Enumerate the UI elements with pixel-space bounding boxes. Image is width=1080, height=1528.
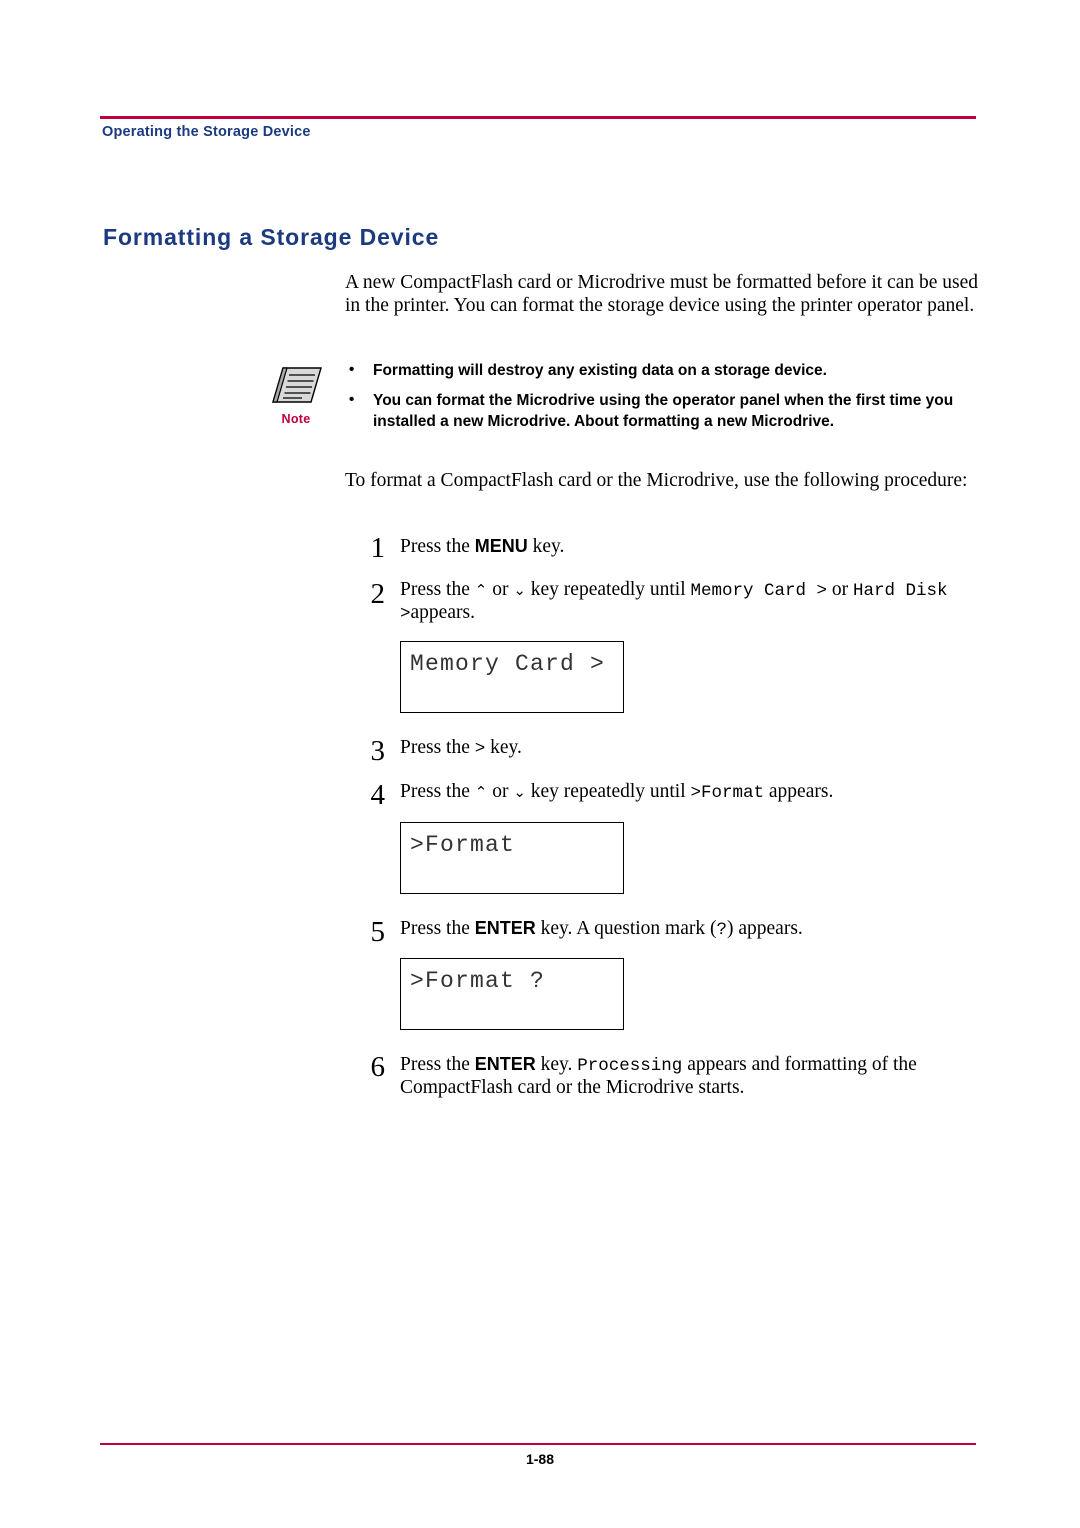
step-text-4: Press the ⌃ or ⌄ key repeatedly until >F… — [400, 781, 1000, 804]
procedure-lead-in: To format a CompactFlash card or the Mic… — [345, 470, 968, 491]
lcd-display-memory-card: Memory Card > — [400, 641, 624, 713]
step-text-run: ⌄ — [513, 783, 526, 801]
step-text-run: >Format — [690, 783, 765, 803]
step-text-run: key. — [485, 737, 522, 758]
step-text-run: Press the — [400, 781, 475, 802]
step-text-run: key. A question mark ( — [535, 918, 717, 939]
step-text-run: key repeatedly until — [525, 781, 691, 802]
step-text-run: ENTER — [474, 1054, 536, 1074]
running-head: Operating the Storage Device — [102, 124, 311, 140]
lcd-display-format-question: >Format ? — [400, 958, 624, 1030]
step-text-run: Press the — [400, 737, 475, 758]
step-text-run: Press the — [400, 579, 475, 600]
step-text-run: ? — [716, 920, 727, 940]
step-text-run: MENU — [474, 536, 528, 556]
step-number-4: 4 — [370, 779, 386, 811]
step-text-1: Press the MENU key. — [400, 535, 1000, 558]
step-text-run: appears. — [410, 602, 475, 623]
step-text-run: Press the — [400, 918, 475, 939]
step-text-run: ⌃ — [474, 581, 488, 599]
lcd-text: Memory Card > — [410, 651, 606, 677]
step-text-run: Press the — [400, 536, 475, 557]
note-list: • Formatting will destroy any existing d… — [345, 360, 990, 441]
note-item-text: Formatting will destroy any existing dat… — [373, 362, 827, 379]
step-text-run: Memory Card > — [690, 581, 828, 601]
step-text-2: Press the ⌃ or ⌄ key repeatedly until Me… — [400, 579, 1000, 625]
step-number-1: 1 — [370, 532, 386, 564]
step-text-3: Press the > key. — [400, 737, 1000, 760]
step-text-run: or — [487, 579, 514, 600]
step-text-5: Press the ENTER key. A question mark (?)… — [400, 917, 1000, 941]
step-text-run: ⌃ — [474, 783, 488, 801]
step-text-6: Press the ENTER key. Processing appears … — [400, 1053, 1000, 1099]
step-text-run: appears. — [764, 781, 834, 802]
step-text-run: key. — [527, 536, 565, 557]
lcd-text: >Format — [410, 832, 516, 858]
note-item-text: You can format the Microdrive using the … — [373, 392, 954, 430]
step-text-run: ENTER — [474, 918, 536, 938]
page-number: 1-88 — [525, 1451, 555, 1467]
bullet-icon: • — [349, 361, 355, 378]
note-label: Note — [281, 412, 311, 426]
step-text-run: or — [487, 781, 514, 802]
step-number-6: 6 — [370, 1051, 386, 1083]
bullet-icon: • — [349, 391, 355, 408]
step-text-run: key. — [535, 1054, 578, 1075]
step-number-2: 2 — [370, 578, 386, 610]
lcd-text: >Format ? — [410, 968, 546, 994]
document-page: Operating the Storage Device Formatting … — [0, 0, 1080, 1528]
step-number-3: 3 — [370, 735, 386, 767]
step-text-run: Press the — [400, 1054, 475, 1075]
footer-divider — [100, 1443, 976, 1445]
note-block-icon-wrap: Note — [262, 362, 330, 426]
step-text-run: ⌄ — [513, 581, 526, 599]
intro-paragraph: A new CompactFlash card or Microdrive mu… — [345, 272, 979, 316]
page-title: Formatting a Storage Device — [103, 224, 440, 250]
step-text-run: or — [827, 579, 854, 600]
step-text-run: Processing — [577, 1056, 683, 1076]
step-text-run: ) appears. — [727, 918, 803, 939]
note-item: • Formatting will destroy any existing d… — [345, 360, 990, 381]
step-text-run: key repeatedly until — [525, 579, 691, 600]
note-icon — [272, 367, 322, 403]
lcd-display-format: >Format — [400, 822, 624, 894]
header-divider — [100, 116, 976, 119]
step-number-5: 5 — [370, 916, 386, 948]
step-text-run: > — [474, 739, 486, 759]
note-item: • You can format the Microdrive using th… — [345, 390, 990, 432]
